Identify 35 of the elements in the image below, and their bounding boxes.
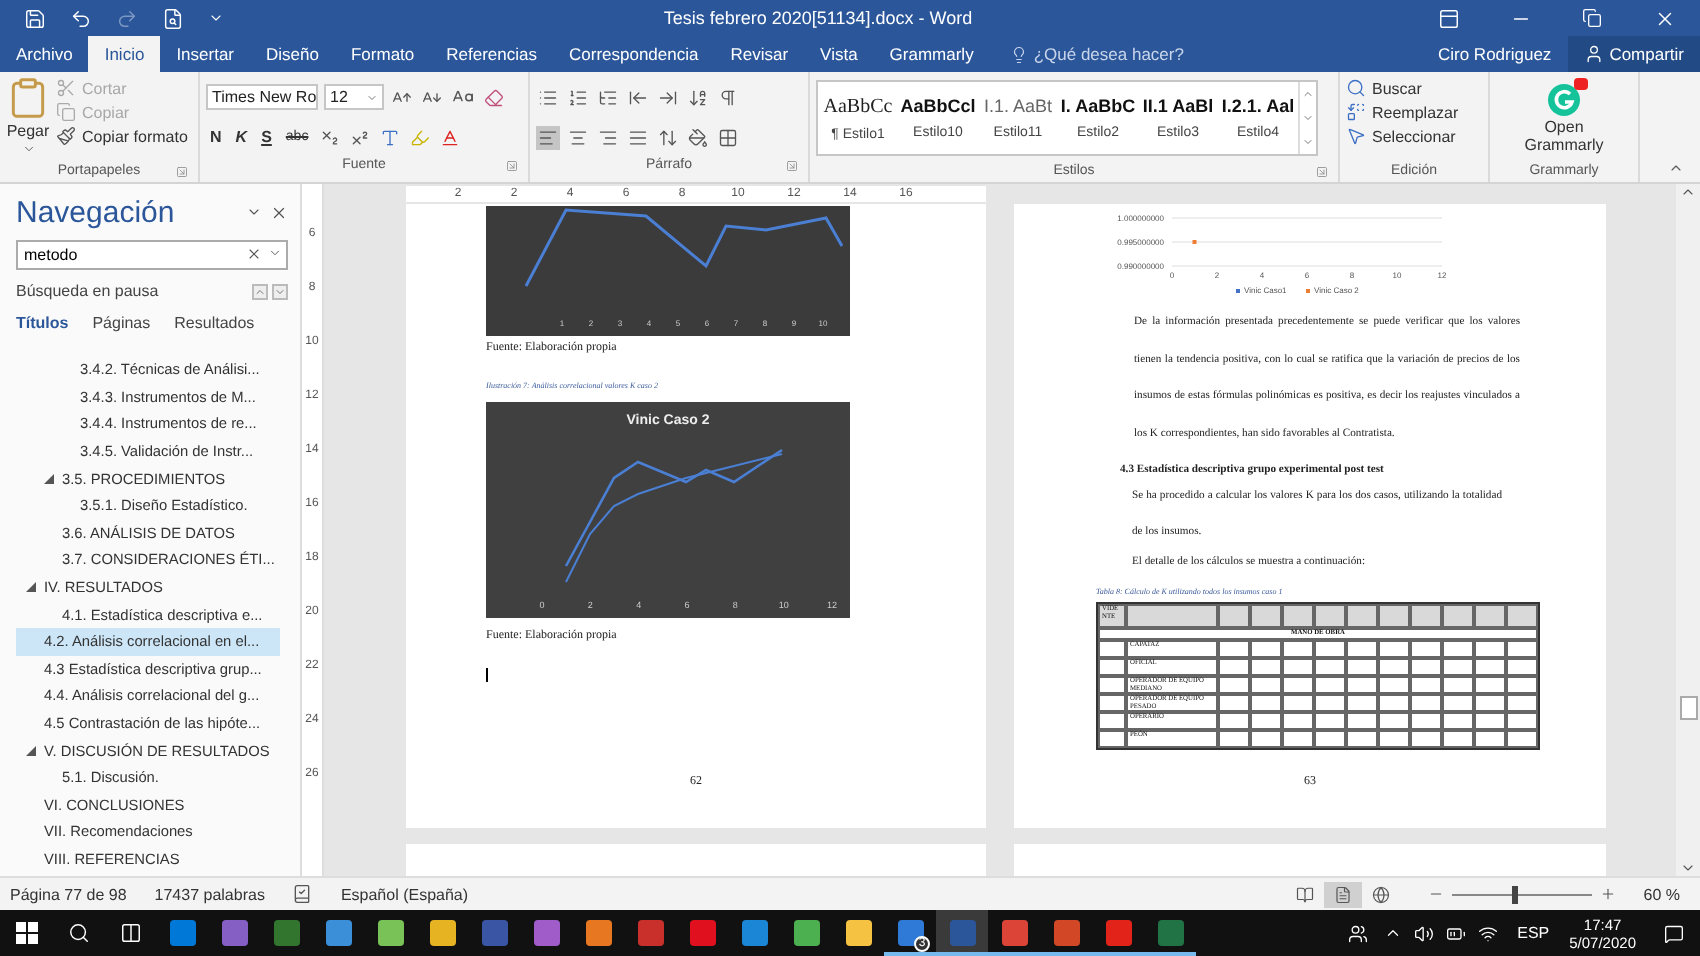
ribbon-tab[interactable]: Insertar bbox=[160, 36, 251, 72]
share-button[interactable]: Compartir bbox=[1567, 36, 1700, 72]
editing-button[interactable]: Reemplazar bbox=[1346, 102, 1482, 122]
editing-button[interactable]: Buscar bbox=[1346, 78, 1482, 98]
language[interactable]: Español (España) bbox=[340, 885, 469, 903]
ribbon-tab[interactable]: Diseño bbox=[250, 36, 335, 72]
window-title: Tesis febrero 2020[51134].docx - Word bbox=[661, 8, 975, 28]
ribbon-tab[interactable]: Vista bbox=[804, 36, 874, 72]
input-language[interactable]: ESP bbox=[1517, 924, 1550, 942]
pane-tab[interactable]: Resultados bbox=[174, 314, 255, 332]
zoom-level[interactable]: 60 % bbox=[1643, 885, 1680, 903]
user-name[interactable]: Ciro Rodriguez bbox=[1437, 44, 1552, 64]
ribbon-tab[interactable]: Formato bbox=[334, 36, 431, 72]
search-field[interactable]: metodo bbox=[16, 240, 288, 270]
pane-title: Navegación bbox=[16, 196, 175, 230]
paste-button[interactable]: Pegar bbox=[6, 76, 50, 160]
page-count[interactable]: Página 77 de 98 bbox=[10, 885, 127, 903]
search-status: Búsqueda en pausa bbox=[16, 282, 159, 300]
pane-tab[interactable]: Títulos bbox=[16, 314, 69, 332]
clipboard-button[interactable]: Copiar formato bbox=[56, 126, 188, 146]
ribbon-tab[interactable]: Inicio bbox=[88, 36, 161, 72]
word-count[interactable]: 17437 palabras bbox=[154, 885, 265, 903]
pane-tab[interactable]: Páginas bbox=[92, 314, 151, 332]
editing-button[interactable]: Seleccionar bbox=[1346, 126, 1482, 146]
ribbon-tab[interactable]: Grammarly bbox=[873, 36, 990, 72]
font-size-field[interactable]: 12 bbox=[324, 84, 384, 110]
format-button[interactable]: K bbox=[231, 128, 252, 146]
format-button[interactable]: S bbox=[257, 128, 276, 146]
font-name-field[interactable]: Times New Ro bbox=[206, 84, 318, 110]
ribbon-tab[interactable]: Referencias bbox=[430, 36, 553, 72]
ribbon-tab[interactable]: Archivo bbox=[0, 36, 89, 72]
format-button[interactable]: N bbox=[206, 128, 226, 146]
ribbon-tab[interactable]: Correspondencia bbox=[553, 36, 715, 72]
ribbon-tab[interactable]: Revisar bbox=[714, 36, 805, 72]
open-grammarly-button[interactable]: Open Grammarly bbox=[1514, 84, 1614, 160]
